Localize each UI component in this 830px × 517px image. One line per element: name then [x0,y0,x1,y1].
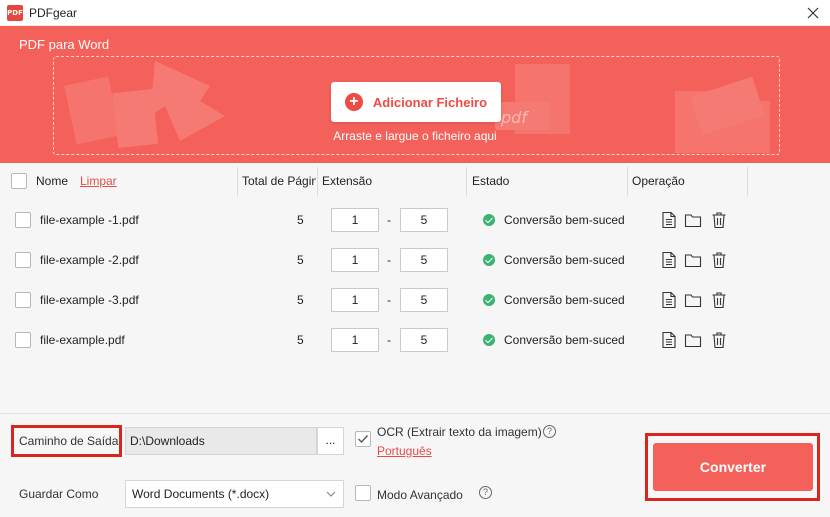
range-separator: - [387,293,391,307]
success-check-icon [483,294,495,306]
ocr-help-icon[interactable]: ? [543,425,556,438]
row-checkbox[interactable] [15,212,31,228]
advanced-mode-label: Modo Avançado [377,488,463,502]
drop-hint: Arraste e largue o ficheiro aqui [333,129,497,143]
output-path-label: Caminho de Saída [19,434,119,448]
file-name: file-example -2.pdf [40,253,139,267]
table-row: file-example -1.pdf 5 1 - 5 Conversão be… [0,200,830,240]
range-separator: - [387,213,391,227]
ocr-checkbox[interactable] [355,431,371,447]
success-check-icon [483,334,495,346]
range-to-input[interactable]: 5 [400,248,448,272]
header-range: Extensão [322,174,373,188]
convert-button[interactable]: Converter [653,443,813,491]
advanced-mode-checkbox[interactable] [355,485,371,501]
delete-trash-icon[interactable] [710,211,728,229]
column-separator[interactable] [317,167,318,196]
column-separator[interactable] [747,167,748,196]
open-document-icon[interactable] [660,331,678,349]
add-file-label: Adicionar Ficheiro [372,94,488,110]
row-checkbox[interactable] [15,332,31,348]
plus-circle-icon: + [344,93,363,111]
table-row: file-example -2.pdf 5 1 - 5 Conversão be… [0,240,830,280]
status-text: Conversão bem-sucedida [504,293,624,307]
open-folder-icon[interactable] [684,291,702,309]
save-as-select[interactable]: Word Documents (*.docx) [125,480,344,508]
file-name: file-example -1.pdf [40,213,139,227]
table-row: file-example -3.pdf 5 1 - 5 Conversão be… [0,280,830,320]
save-as-label: Guardar Como [19,487,99,501]
open-document-icon[interactable] [660,211,678,229]
column-separator[interactable] [466,167,467,196]
output-settings-panel: Caminho de Saída D:\Downloads ... OCR (E… [0,413,830,517]
range-from-input[interactable]: 1 [331,248,379,272]
range-separator: - [387,253,391,267]
range-from-input[interactable]: 1 [331,208,379,232]
row-checkbox[interactable] [15,252,31,268]
select-all-checkbox[interactable] [11,173,27,189]
header-status: Estado [472,174,510,188]
range-to-input[interactable]: 5 [400,288,448,312]
row-checkbox[interactable] [15,292,31,308]
save-as-value: Word Documents (*.docx) [132,487,270,501]
status-text: Conversão bem-sucedida [504,213,624,227]
success-check-icon [483,214,495,226]
browse-button[interactable]: ... [317,427,344,455]
add-file-button[interactable]: + Adicionar Ficheiro [331,82,501,122]
table-header: Nome Limpar Total de Páginas Extensão Es… [0,163,830,200]
open-document-icon[interactable] [660,291,678,309]
table-row: file-example.pdf 5 1 - 5 Conversão bem-s… [0,320,830,360]
output-path-field[interactable]: D:\Downloads [125,427,317,455]
column-separator[interactable] [237,167,238,196]
chevron-down-icon [326,491,336,497]
open-folder-icon[interactable] [684,211,702,229]
range-from-input[interactable]: 1 [331,328,379,352]
range-from-input[interactable]: 1 [331,288,379,312]
file-name: file-example.pdf [40,333,125,347]
page-count: 5 [297,293,304,307]
drop-area-panel: PDF para Word pdf + Adicionar Ficheiro A… [0,26,830,163]
window-title: PDFgear [29,5,78,20]
range-to-input[interactable]: 5 [400,208,448,232]
status-text: Conversão bem-sucedida [504,333,624,347]
column-separator[interactable] [627,167,628,196]
delete-trash-icon[interactable] [710,251,728,269]
range-separator: - [387,333,391,347]
header-pages: Total de Páginas [242,174,316,188]
title-bar: PDF PDFgear [0,0,830,26]
file-table: Nome Limpar Total de Páginas Extensão Es… [0,163,830,413]
open-document-icon[interactable] [660,251,678,269]
range-to-input[interactable]: 5 [400,328,448,352]
advanced-mode-help-icon[interactable]: ? [479,486,492,499]
close-button[interactable] [804,4,822,22]
page-count: 5 [297,333,304,347]
close-icon [807,7,819,19]
success-check-icon [483,254,495,266]
header-operation: Operação [632,174,685,188]
open-folder-icon[interactable] [684,251,702,269]
checkmark-icon [358,435,369,444]
status-text: Conversão bem-sucedida [504,253,624,267]
clear-link[interactable]: Limpar [80,163,117,200]
delete-trash-icon[interactable] [710,291,728,309]
open-folder-icon[interactable] [684,331,702,349]
pdfgear-logo-icon: PDF [7,4,23,21]
file-name: file-example -3.pdf [40,293,139,307]
ocr-language-link[interactable]: Português [377,444,432,458]
ocr-label: OCR (Extrair texto da imagem) [377,425,542,439]
page-count: 5 [297,213,304,227]
page-count: 5 [297,253,304,267]
header-name: Nome [36,174,69,188]
delete-trash-icon[interactable] [710,331,728,349]
